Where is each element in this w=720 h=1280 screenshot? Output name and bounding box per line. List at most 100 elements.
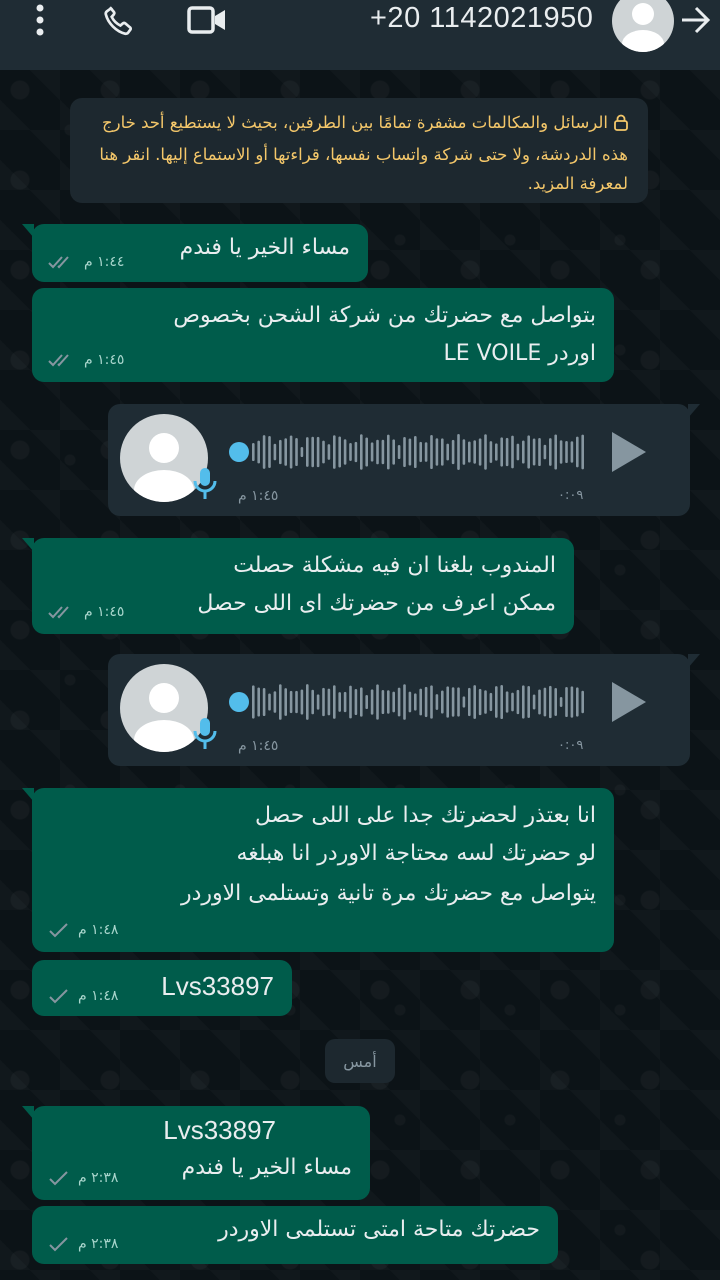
waveform-bar [549,685,552,719]
message-meta: ١:٤٨ م [48,922,118,938]
waveform-bar [327,688,331,716]
message-line: لو حضرتك لسه محتاجة الاوردر انا هبلغه [236,841,596,866]
waveform-bar [451,439,455,465]
waveform-bar [484,434,487,470]
message-text: حضرتك متاحة امتى تستلمى الاوردر [218,1217,540,1242]
message-time: ٢:٣٨ م [78,1170,119,1186]
waveform-bar [408,691,412,713]
waveform-bar [446,686,449,718]
waveform-bar [505,691,509,713]
waveform-bar [279,684,282,720]
waveform-bar [257,440,260,464]
voice-duration: ٠:٠٩ [558,738,584,753]
waveform-bar [576,436,579,468]
waveform-bar [581,434,584,470]
waveform-bar [370,689,374,715]
contact-name[interactable]: +20 1142021950 [370,2,593,35]
avatar[interactable] [612,0,674,52]
waveform-bar [570,441,574,463]
waveform-bar [381,439,385,465]
date-separator: أمس [325,1039,395,1083]
message-text: Lvs33897 [161,971,274,1001]
message-meta: ١:٤٥ م [48,604,124,620]
message-line: اوردر LE VOILE [443,341,596,366]
waveform-bar [419,441,422,463]
playback-position-dot[interactable] [229,442,249,462]
message-bubble[interactable]: Lvs33897 ١:٤٨ م [32,960,292,1016]
waveform-bar [322,687,325,717]
message-bubble[interactable]: مساء الخير يا فندم ١:٤٤ م [22,224,368,282]
waveform-bar [516,443,520,461]
waveform-bar [397,687,401,717]
waveform-bar [489,692,493,712]
message-time: ١:٤٥ م [84,352,125,368]
waveform-bar [538,437,541,467]
waveform-bar [252,685,255,719]
waveform-bar [516,689,520,715]
single-check-icon [49,1237,68,1252]
waveform-bar [354,441,358,463]
waveform-bar [311,689,314,715]
voice-duration: ٠:٠٩ [558,488,584,503]
message-meta: ٢:٣٨ م [48,1236,118,1252]
waveform-bar [392,439,395,465]
waveform-bar [338,436,341,468]
encryption-notice[interactable]: الرسائل والمكالمات مشفرة تمامًا بين الطر… [70,98,648,203]
waveform-bar [322,440,325,464]
waveform-bar [462,696,466,708]
waveform-bar [478,688,482,716]
message-time: ١:٤٨ م [78,988,119,1004]
message-bubble[interactable]: انا بعتذر لحضرتك جدا على اللى حصل لو حضر… [22,788,614,952]
waveform-bar [451,687,455,717]
waveform-bar [327,444,331,460]
message-line: ممكن اعرف من حضرتك اى اللى حصل [197,591,556,616]
waveform-bar [381,689,385,715]
waveform-bar [257,687,260,717]
double-check-icon [48,256,69,269]
video-call-icon[interactable] [186,0,228,40]
message-bubble[interactable]: المندوب بلغنا ان فيه مشكلة حصلت ممكن اعر… [22,538,574,634]
waveform-bar [484,690,487,714]
more-vert-icon[interactable] [28,0,52,40]
waveform-bar [360,434,363,470]
single-check-icon [49,923,68,938]
message-line: انا بعتذر لحضرتك جدا على اللى حصل [254,803,596,828]
waveform-bar [489,441,493,463]
play-icon[interactable] [608,680,648,728]
waveform-bar [532,694,536,710]
waveform-bar [500,437,503,467]
waveform-bar [365,437,368,467]
message-meta: ١:٤٤ م [48,254,124,270]
message-meta: ١:٤٨ م [48,988,118,1004]
phone-icon[interactable] [98,0,138,40]
waveform-bar [387,434,390,470]
message-bubble[interactable]: Lvs33897 مساء الخير يا فندم ٢:٣٨ م [22,1106,370,1200]
play-icon[interactable] [608,430,648,478]
waveform-bar [300,689,304,715]
waveform-bar [365,694,368,710]
voice-message[interactable]: ٠:٠٩ ١:٤٥ م [108,654,700,766]
waveform-bar [333,435,336,469]
waveform[interactable] [252,428,592,476]
waveform-bar [268,436,271,468]
voice-message[interactable]: ٠:٠٩ ١:٤٥ م [108,404,700,516]
chat-header: +20 1142021950 [0,0,720,70]
waveform[interactable] [252,678,592,726]
waveform-bar [343,691,347,713]
playback-position-dot[interactable] [229,692,249,712]
waveform-bar [403,684,406,720]
waveform-bar [289,435,293,469]
waveform-bar [435,694,439,710]
message-bubble[interactable]: حضرتك متاحة امتى تستلمى الاوردر ٢:٣٨ م [32,1206,558,1264]
message-time: ٢:٣٨ م [78,1236,119,1252]
waveform-bar [543,687,547,717]
message-bubble[interactable]: بتواصل مع حضرتك من شركة الشحن بخصوص اورد… [32,288,614,382]
double-check-icon [48,354,69,367]
message-text: مساء الخير يا فندم [179,235,350,260]
waveform-bar [414,435,417,469]
back-arrow-icon[interactable] [676,0,716,40]
waveform-bar [527,435,530,469]
waveform-bar [316,436,320,468]
message-line: مساء الخير يا فندم [181,1155,352,1180]
waveform-bar [360,687,363,717]
